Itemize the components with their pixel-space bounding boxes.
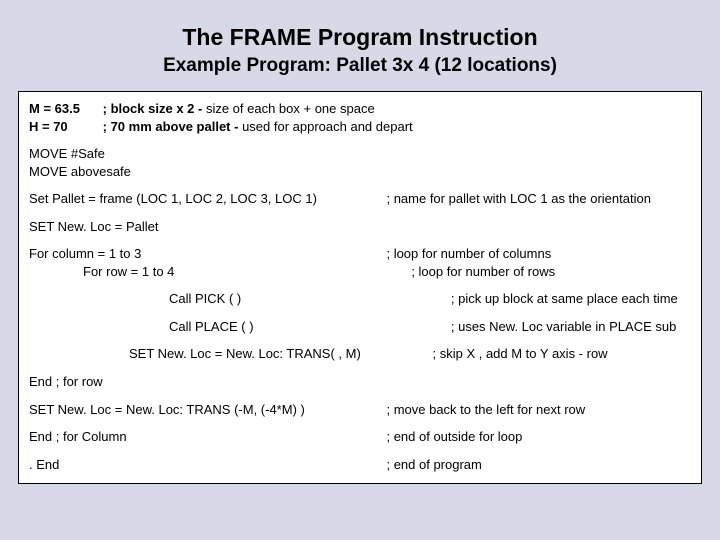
end-col-row: End ; for Column ; end of outside for lo… (29, 428, 691, 446)
move-safe: MOVE #Safe (29, 145, 691, 163)
slide: The FRAME Program Instruction Example Pr… (0, 0, 720, 540)
end-prog-cmt: ; end of program (386, 456, 691, 474)
set-newloc: SET New. Loc = Pallet (29, 218, 691, 236)
trans-row: SET New. Loc = New. Loc: TRANS( , M) ; s… (29, 345, 691, 363)
for-row: For row = 1 to 4 (29, 263, 411, 281)
set-pallet-row: Set Pallet = frame (LOC 1, LOC 2, LOC 3,… (29, 190, 691, 208)
trans2-cmt: ; move back to the left for next row (386, 401, 691, 419)
code-box: M = 63.5 ; block size x 2 - size of each… (18, 91, 702, 484)
call-place-row: Call PLACE ( ) ; uses New. Loc variable … (29, 318, 691, 336)
h-comment-rest: used for approach and depart (238, 119, 412, 134)
m-comment-bold: ; block size x 2 - (103, 101, 203, 116)
call-pick: Call PICK ( ) (29, 290, 451, 308)
end-col-cmt: ; end of outside for loop (386, 428, 691, 446)
call-pick-row: Call PICK ( ) ; pick up block at same pl… (29, 290, 691, 308)
for-row-cmt: ; loop for number of rows (411, 263, 691, 281)
page-title: The FRAME Program Instruction (18, 24, 702, 51)
call-place: Call PLACE ( ) (29, 318, 451, 336)
var-m: M = 63.5 (29, 100, 99, 118)
trans-cmt: ; skip X , add M to Y axis - row (432, 345, 691, 363)
for-row-row: For row = 1 to 4 ; loop for number of ro… (29, 263, 691, 281)
end-col: End ; for Column (29, 428, 386, 446)
set-pallet-code: Set Pallet = frame (LOC 1, LOC 2, LOC 3,… (29, 190, 386, 208)
trans2-row: SET New. Loc = New. Loc: TRANS (-M, (-4*… (29, 401, 691, 419)
call-pick-cmt: ; pick up block at same place each time (451, 290, 691, 308)
m-comment-rest: size of each box + one space (202, 101, 374, 116)
trans-code: SET New. Loc = New. Loc: TRANS( , M) (29, 345, 432, 363)
page-subtitle: Example Program: Pallet 3x 4 (12 locatio… (18, 55, 702, 77)
for-column-cmt: ; loop for number of columns (386, 245, 691, 263)
var-h: H = 70 (29, 118, 99, 136)
for-column-row: For column = 1 to 3 ; loop for number of… (29, 245, 691, 263)
def-line-m: M = 63.5 ; block size x 2 - size of each… (29, 100, 691, 118)
set-pallet-comment: ; name for pallet with LOC 1 as the orie… (386, 190, 691, 208)
end-prog-row: . End ; end of program (29, 456, 691, 474)
for-column: For column = 1 to 3 (29, 245, 386, 263)
end-prog: . End (29, 456, 386, 474)
trans2-code: SET New. Loc = New. Loc: TRANS (-M, (-4*… (29, 401, 386, 419)
h-comment-bold: ; 70 mm above pallet - (103, 119, 239, 134)
def-line-h: H = 70 ; 70 mm above pallet - used for a… (29, 118, 691, 136)
move-abovesafe: MOVE abovesafe (29, 163, 691, 181)
call-place-cmt: ; uses New. Loc variable in PLACE sub (451, 318, 691, 336)
end-row: End ; for row (29, 373, 691, 391)
